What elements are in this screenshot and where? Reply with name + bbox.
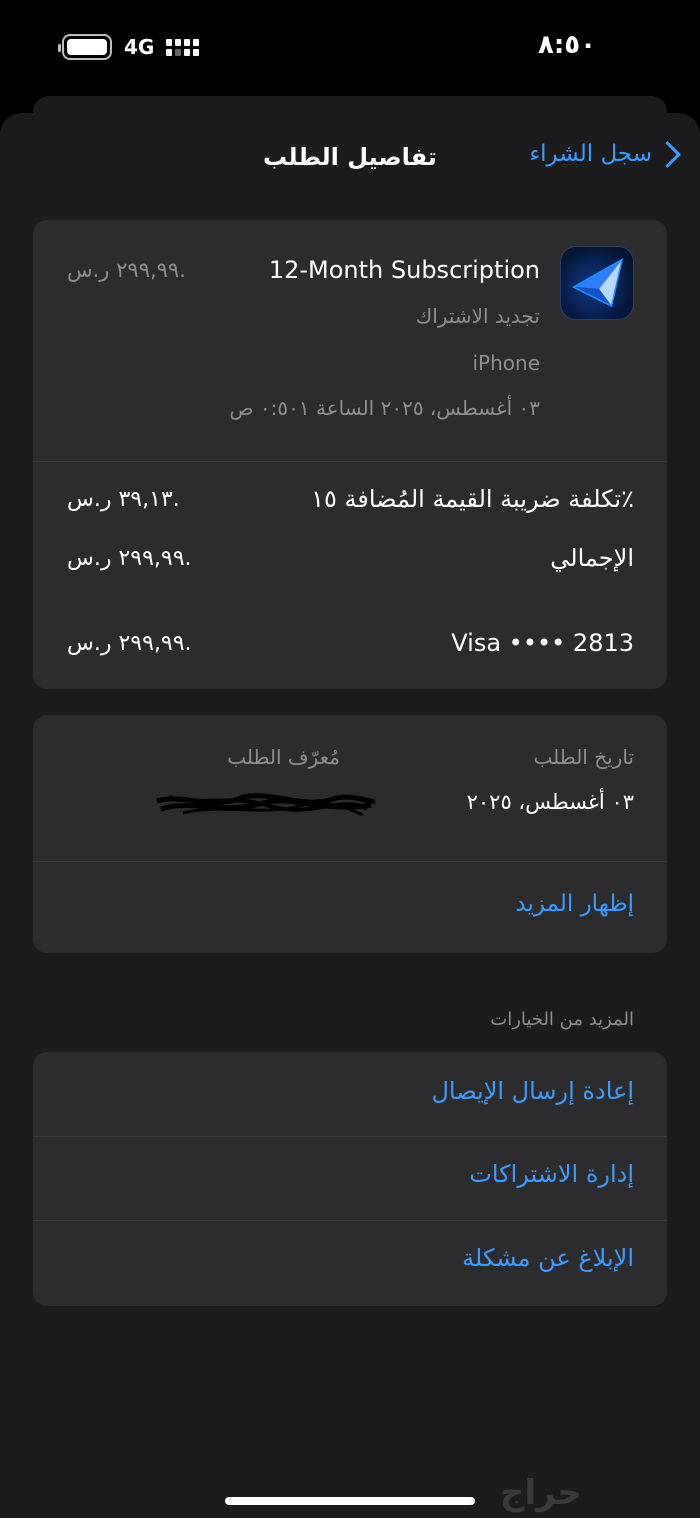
show-more-button[interactable]: إظهار المزيد <box>515 891 634 917</box>
divider <box>33 1136 667 1137</box>
status-bar: 4G ٨:٥٠ <box>0 0 700 96</box>
purchase-title: 12-Month Subscription <box>268 256 540 284</box>
total-value: ٢٩٩,٩٩ ر.س. <box>67 545 192 571</box>
purchase-price: ٢٩٩,٩٩ ر.س. <box>67 258 186 282</box>
battery-icon <box>58 34 112 60</box>
divider <box>33 1220 667 1221</box>
divider <box>33 461 667 462</box>
resend-receipt-button[interactable]: إعادة إرسال الإيصال <box>431 1077 634 1105</box>
vat-row: ٣٩,١٣ ر.س. تكلفة ضريبة القيمة المُضافة ١… <box>67 485 634 513</box>
total-label: الإجمالي <box>550 544 634 572</box>
total-row: ٢٩٩,٩٩ ر.س. الإجمالي <box>67 544 634 572</box>
purchase-card: 12-Month Subscription ٢٩٩,٩٩ ر.س. تجديد … <box>33 220 667 689</box>
status-indicators: 4G <box>58 34 200 60</box>
more-options-card: إعادة إرسال الإيصال إدارة الاشتراكات الإ… <box>33 1052 667 1306</box>
order-date-label: تاريخ الطلب <box>533 745 634 769</box>
payment-label: Visa •••• 2813 <box>451 629 634 657</box>
app-icon <box>560 246 634 320</box>
vat-value: ٣٩,١٣ ر.س. <box>67 486 180 512</box>
order-info-card: تاريخ الطلب ٠٣ أغسطس، ٢٠٢٥ مُعرّف الطلب … <box>33 715 667 953</box>
status-time: ٨:٥٠ <box>537 30 596 60</box>
battery-fill <box>67 39 107 55</box>
divider <box>33 861 667 862</box>
home-indicator[interactable] <box>225 1497 475 1505</box>
more-options-header: المزيد من الخيارات <box>490 1009 634 1030</box>
signal-icon <box>166 38 200 56</box>
manage-subscriptions-button[interactable]: إدارة الاشتراكات <box>469 1160 634 1188</box>
haraj-watermark: حراج <box>500 1473 582 1513</box>
page-title: تفاصيل الطلب <box>263 143 437 171</box>
purchase-type: تجديد الاشتراك <box>415 304 540 328</box>
vat-label: تكلفة ضريبة القيمة المُضافة ١٥٪ <box>311 485 634 513</box>
order-date-value: ٠٣ أغسطس، ٢٠٢٥ <box>466 790 634 814</box>
app-logo-icon <box>571 258 624 308</box>
purchase-datetime: ٠٣ أغسطس، ٢٠٢٥ الساعة ٠:٥٠١ ص <box>229 396 540 420</box>
order-id-label: مُعرّف الطلب <box>227 745 340 769</box>
redacted-order-id <box>156 793 376 817</box>
payment-value: ٢٩٩,٩٩ ر.س. <box>67 630 192 656</box>
purchase-device: iPhone <box>472 351 540 375</box>
report-problem-button[interactable]: الإبلاغ عن مشكلة <box>462 1244 634 1272</box>
payment-row: ٢٩٩,٩٩ ر.س. Visa •••• 2813 <box>67 629 634 657</box>
order-details-sheet: سجل الشراء تفاصيل الطلب 12-Month Subscri… <box>0 113 700 1518</box>
nav-bar: سجل الشراء تفاصيل الطلب <box>0 113 700 203</box>
network-type: 4G <box>124 35 155 59</box>
